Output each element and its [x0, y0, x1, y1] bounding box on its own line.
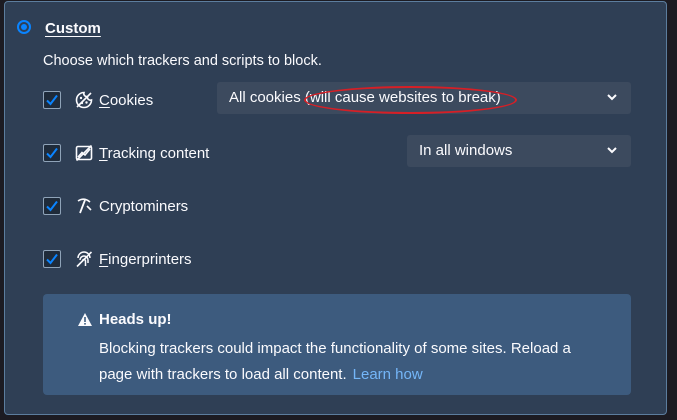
fingerprint-icon	[75, 250, 93, 268]
tracking-content-icon	[75, 144, 93, 162]
tracking-content-checkbox[interactable]	[43, 144, 61, 162]
tracking-content-dropdown-value: In all windows	[419, 142, 513, 159]
section-description: Choose which trackers and scripts to blo…	[43, 53, 322, 69]
cookies-checkbox[interactable]	[43, 91, 61, 109]
custom-settings-panel: Custom Choose which trackers and scripts…	[4, 1, 667, 415]
cookies-label[interactable]: Cookies	[99, 92, 153, 109]
fingerprinters-label[interactable]: Fingerprinters	[99, 251, 192, 268]
cryptominer-icon	[75, 197, 93, 215]
cookies-dropdown[interactable]: All cookies (will cause websites to brea…	[217, 82, 631, 114]
checkmark-icon	[46, 253, 58, 265]
radio-selected-dot	[21, 24, 27, 30]
cryptominers-label[interactable]: Cryptominers	[99, 198, 188, 215]
warning-title: Heads up!	[99, 311, 172, 328]
cookie-icon	[75, 91, 93, 109]
chevron-down-icon	[607, 147, 617, 154]
warning-text: Blocking trackers could impact the funct…	[99, 340, 571, 383]
tracking-content-dropdown[interactable]: In all windows	[407, 135, 631, 167]
learn-how-link[interactable]: Learn how	[353, 366, 423, 383]
checkmark-icon	[46, 200, 58, 212]
chevron-down-icon	[607, 94, 617, 101]
warning-body: Blocking trackers could impact the funct…	[99, 336, 599, 388]
warning-icon	[78, 313, 92, 326]
cookies-dropdown-value: All cookies (will cause websites to brea…	[229, 89, 501, 106]
fingerprinters-checkbox[interactable]	[43, 250, 61, 268]
cryptominers-checkbox[interactable]	[43, 197, 61, 215]
checkmark-icon	[46, 94, 58, 106]
section-title[interactable]: Custom	[45, 20, 101, 37]
custom-radio-button[interactable]	[17, 20, 31, 34]
checkmark-icon	[46, 147, 58, 159]
heads-up-warning-box: Heads up! Blocking trackers could impact…	[43, 294, 631, 395]
tracking-content-label[interactable]: Tracking content	[99, 145, 209, 162]
